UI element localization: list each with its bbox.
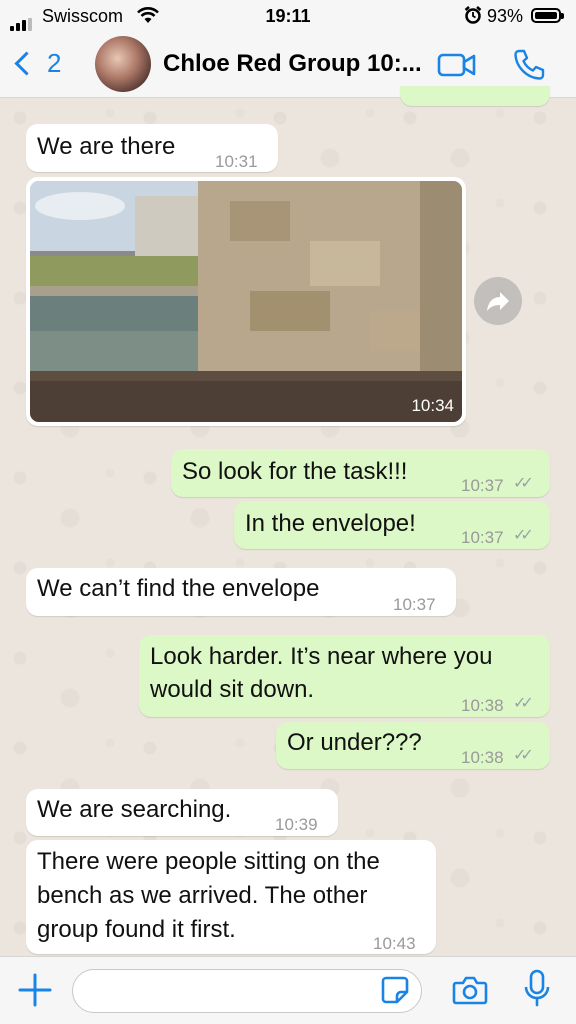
microphone-icon[interactable] [523,969,551,1009]
photo-time: 10:34 [411,396,454,415]
forward-icon [487,292,509,311]
message-text: would sit down. [150,676,315,703]
message-text: group found it first. [37,916,236,943]
chevron-left-icon [14,51,39,76]
message-time: 10:37 [393,595,436,614]
message-bubble[interactable]: We are there 10:31 [26,124,278,172]
message-bubble[interactable]: In the envelope! 10:37 ✓✓ [234,501,550,549]
read-receipt-icon: ✓✓ [513,695,534,712]
message-text: There were people sitting on the [37,848,380,875]
forward-button[interactable] [474,277,522,325]
status-bar: Swisscom 19:11 93% [0,0,576,32]
image-message[interactable]: 10:34 [26,177,466,426]
message-time: 10:39 [275,815,318,834]
message-text: So look for the task!!! [182,458,408,485]
phone-call-icon[interactable] [512,48,546,82]
message-bubble[interactable]: We are searching. 10:39 [26,789,338,836]
message-time: 10:37 [461,476,504,495]
message-time: 10:37 [461,528,504,547]
message-text: We can’t find the envelope [37,575,320,602]
message-bubble[interactable]: Look harder. It’s near where you would s… [139,635,550,717]
message-input[interactable] [72,969,422,1013]
plus-icon[interactable] [16,971,54,1009]
read-receipt-icon: ✓✓ [513,475,534,492]
message-bubble[interactable]: So look for the task!!! 10:37 ✓✓ [171,449,550,497]
message-text: In the envelope! [245,510,416,537]
message-bubble[interactable]: Or under??? 10:38 ✓✓ [276,722,550,769]
video-call-icon[interactable] [437,52,477,78]
message-text: Or under??? [287,729,422,756]
message-text: Look harder. It’s near where you [150,643,493,670]
message-text: We are searching. [37,796,232,823]
message-photo[interactable]: 10:34 [30,181,462,422]
battery-icon [531,8,564,23]
back-button[interactable]: 2 [12,48,61,79]
read-receipt-icon: ✓✓ [513,747,534,764]
message-bubble[interactable]: There were people sitting on the bench a… [26,840,436,954]
message-time: 10:31 [215,152,258,171]
message-time: 10:38 [461,696,504,715]
camera-icon[interactable] [452,975,488,1005]
message-bubble-partial [400,86,550,106]
sticker-icon[interactable] [380,975,410,1005]
photo-lake-wall [30,181,462,422]
message-text: bench as we arrived. The other [37,882,368,909]
message-time: 10:38 [461,748,504,767]
group-avatar[interactable] [95,36,151,92]
read-receipt-icon: ✓✓ [513,527,534,544]
message-bubble[interactable]: We can’t find the envelope 10:37 [26,568,456,616]
message-text: We are there [37,133,176,160]
back-unread-count: 2 [47,48,62,78]
alarm-icon [464,6,482,24]
chat-title[interactable]: Chloe Red Group 10:... [163,50,422,78]
battery-percentage: 93% [487,6,524,26]
message-composer [0,956,576,1024]
